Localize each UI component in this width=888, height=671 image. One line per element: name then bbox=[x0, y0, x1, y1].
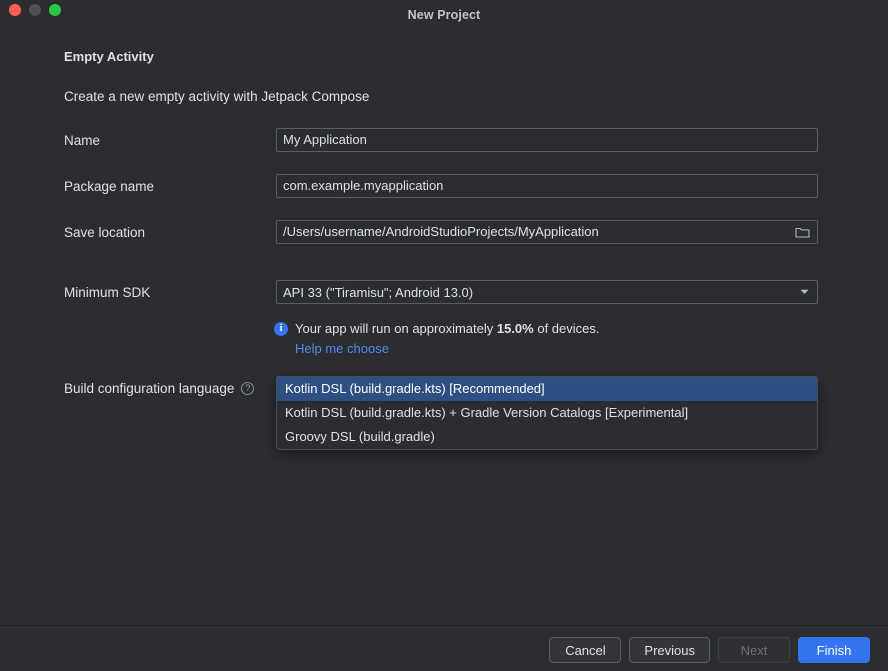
folder-icon[interactable] bbox=[794, 225, 810, 239]
close-window-button[interactable] bbox=[9, 4, 21, 16]
template-heading: Empty Activity bbox=[64, 49, 154, 64]
sdk-coverage-info: i Your app will run on approximately 15.… bbox=[274, 321, 600, 336]
next-button: Next bbox=[718, 637, 790, 663]
minimum-sdk-combobox[interactable]: API 33 ("Tiramisu"; Android 13.0) bbox=[276, 280, 818, 304]
help-me-choose-link[interactable]: Help me choose bbox=[295, 341, 389, 356]
maximize-window-button[interactable] bbox=[49, 4, 61, 16]
dialog-button-bar: Cancel Previous Next Finish bbox=[549, 637, 870, 663]
cancel-button[interactable]: Cancel bbox=[549, 637, 621, 663]
build-config-label: Build configuration language bbox=[64, 381, 234, 396]
dropdown-option-kotlin-dsl-catalogs[interactable]: Kotlin DSL (build.gradle.kts) + Gradle V… bbox=[277, 401, 817, 425]
package-name-input-value: com.example.myapplication bbox=[283, 175, 811, 197]
dialog-content: Empty Activity Create a new empty activi… bbox=[0, 28, 888, 625]
save-location-label: Save location bbox=[64, 225, 145, 240]
traffic-light-group bbox=[9, 4, 61, 16]
save-location-input[interactable]: /Users/username/AndroidStudioProjects/My… bbox=[276, 220, 818, 244]
template-description: Create a new empty activity with Jetpack… bbox=[64, 89, 369, 104]
name-input[interactable]: My Application bbox=[276, 128, 818, 152]
minimum-sdk-value: API 33 ("Tiramisu"; Android 13.0) bbox=[283, 285, 797, 300]
name-label: Name bbox=[64, 133, 100, 148]
dropdown-option-kotlin-dsl[interactable]: Kotlin DSL (build.gradle.kts) [Recommend… bbox=[277, 377, 817, 401]
minimum-sdk-label: Minimum SDK bbox=[64, 285, 150, 300]
package-name-label: Package name bbox=[64, 179, 154, 194]
save-location-input-value: /Users/username/AndroidStudioProjects/My… bbox=[283, 221, 794, 243]
dropdown-option-groovy-dsl[interactable]: Groovy DSL (build.gradle) bbox=[277, 425, 817, 449]
build-config-dropdown-list[interactable]: Kotlin DSL (build.gradle.kts) [Recommend… bbox=[276, 376, 818, 450]
sdk-coverage-text: Your app will run on approximately 15.0%… bbox=[295, 321, 600, 336]
previous-button[interactable]: Previous bbox=[629, 637, 710, 663]
sdk-coverage-percent: 15.0% bbox=[497, 321, 534, 336]
dialog-footer: Cancel Previous Next Finish bbox=[0, 625, 888, 671]
window-titlebar: New Project bbox=[0, 0, 888, 28]
minimize-window-button[interactable] bbox=[29, 4, 41, 16]
name-input-value: My Application bbox=[283, 129, 811, 151]
chevron-down-icon bbox=[797, 285, 811, 299]
finish-button[interactable]: Finish bbox=[798, 637, 870, 663]
question-mark-icon[interactable]: ? bbox=[241, 382, 254, 395]
build-config-label-group: Build configuration language ? bbox=[64, 381, 254, 396]
package-name-input[interactable]: com.example.myapplication bbox=[276, 174, 818, 198]
info-icon: i bbox=[274, 322, 288, 336]
window-title: New Project bbox=[0, 3, 888, 25]
